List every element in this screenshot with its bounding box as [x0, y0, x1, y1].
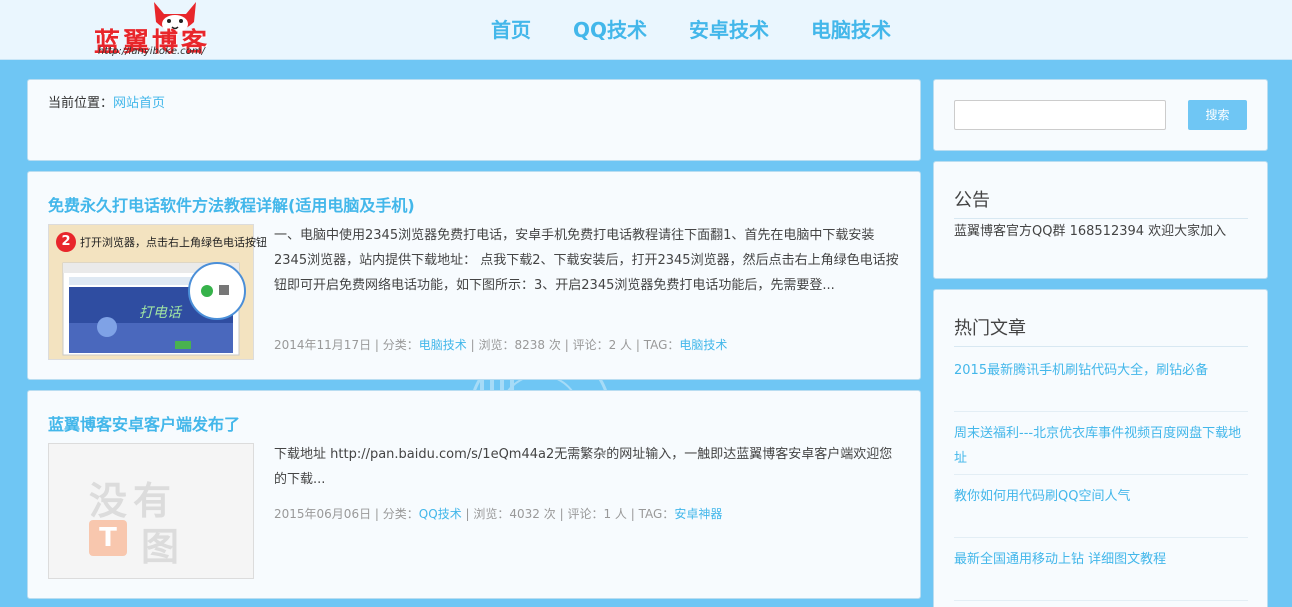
tag-label: TAG：: [638, 507, 675, 521]
comments-label: 评论：: [567, 507, 604, 521]
post-title[interactable]: 蓝翼博客安卓客户端发布了: [48, 411, 240, 435]
hot-article-link[interactable]: 教你如何用代码刷QQ空间人气: [954, 484, 1248, 538]
meta-sep: |: [630, 507, 639, 521]
thumb-caption: 打开浏览器，点击右上角绿色电话按钮: [80, 236, 267, 249]
nav-android-tech[interactable]: 安卓技术: [668, 14, 790, 46]
meta-sep: |: [374, 507, 383, 521]
category-label: 分类：: [382, 507, 419, 521]
hot-article-link[interactable]: 2015最新腾讯手机刷钻代码大全，刷钻必备: [954, 358, 1248, 412]
post-card: 蓝翼博客安卓客户端发布了 没有 T 图 下载地址 http://pan.baid…: [27, 390, 921, 599]
tag-link[interactable]: 安卓神器: [674, 507, 722, 521]
hot-articles-widget: 热门文章 2015最新腾讯手机刷钻代码大全，刷钻必备 周末送福利---北京优衣库…: [933, 289, 1268, 607]
nav-pc-tech[interactable]: 电脑技术: [790, 14, 912, 46]
category-link[interactable]: 电脑技术: [419, 338, 467, 352]
breadcrumb-panel: 当前位置：网站首页: [27, 79, 921, 161]
logo-url: http://lanyiboke.com/: [98, 46, 205, 57]
breadcrumb-label: 当前位置：: [48, 96, 114, 111]
tag-link[interactable]: 电脑技术: [679, 338, 727, 352]
no-image-text-2: 图: [141, 525, 180, 569]
hot-article-link[interactable]: 周末送福利---北京优衣库事件视频百度网盘下载地址: [954, 421, 1248, 475]
category-link[interactable]: QQ技术: [419, 507, 462, 521]
hot-article-link[interactable]: 最新全国通用移动上钻 详细图文教程: [954, 547, 1248, 601]
search-input[interactable]: [954, 100, 1166, 130]
post-meta: 2015年06月06日 | 分类：QQ技术 | 浏览：4032 次 | 评论：1…: [274, 505, 722, 522]
hot-articles-title: 热门文章: [954, 314, 1248, 347]
comments-label: 评论：: [572, 338, 609, 352]
post-excerpt: 下载地址 http://pan.baidu.com/s/1eQm44a2无需繁杂…: [274, 447, 893, 487]
main-nav: 首页 QQ技术 安卓技术 电脑技术: [470, 14, 912, 46]
notice-widget: 公告 蓝翼博客官方QQ群 168512394 欢迎大家加入: [933, 161, 1268, 279]
site-header: 蓝翼博客 http://lanyiboke.com/ 首页 QQ技术 安卓技术 …: [0, 0, 1292, 60]
site-logo[interactable]: 蓝翼博客 http://lanyiboke.com/: [92, 0, 262, 60]
comments-count: 2 人: [608, 338, 633, 352]
no-image-icon: T: [89, 520, 127, 556]
post-card: 免费永久打电话软件方法教程详解(适用电脑及手机) 打电话 2 打开浏览器，点击右…: [27, 171, 921, 380]
meta-sep: |: [374, 338, 383, 352]
tag-label: TAG：: [643, 338, 680, 352]
post-meta: 2014年11月17日 | 分类：电脑技术 | 浏览：8238 次 | 评论：2…: [274, 336, 727, 353]
meta-sep: |: [635, 338, 644, 352]
post-date: 2014年11月17日: [274, 338, 372, 352]
post-date: 2015年06月06日: [274, 507, 372, 521]
meta-sep: |: [470, 338, 479, 352]
meta-sep: |: [564, 338, 573, 352]
comments-count: 1 人: [603, 507, 627, 521]
svg-text:打电话: 打电话: [139, 305, 183, 321]
notice-title: 公告: [954, 186, 1248, 219]
post-title[interactable]: 免费永久打电话软件方法教程详解(适用电脑及手机): [48, 192, 415, 216]
views-count: 8238 次: [514, 338, 561, 352]
nav-home[interactable]: 首页: [470, 14, 552, 46]
search-widget: 搜索: [933, 79, 1268, 151]
nav-qq-tech[interactable]: QQ技术: [552, 14, 668, 46]
views-label: 浏览：: [478, 338, 515, 352]
breadcrumb-home-link[interactable]: 网站首页: [113, 96, 165, 111]
post-excerpt: 一、电脑中使用2345浏览器免费打电话，安卓手机免费打电话教程请往下面翻1、首先…: [274, 228, 899, 293]
thumb-step-badge: 2: [56, 232, 76, 252]
views-count: 4032 次: [509, 507, 556, 521]
notice-text: 蓝翼博客官方QQ群 168512394 欢迎大家加入: [954, 224, 1227, 239]
search-button[interactable]: 搜索: [1188, 100, 1247, 130]
post-thumbnail[interactable]: 没有 T 图: [48, 443, 254, 579]
breadcrumb: 当前位置：网站首页: [48, 92, 165, 111]
views-label: 浏览：: [473, 507, 510, 521]
category-label: 分类：: [382, 338, 419, 352]
